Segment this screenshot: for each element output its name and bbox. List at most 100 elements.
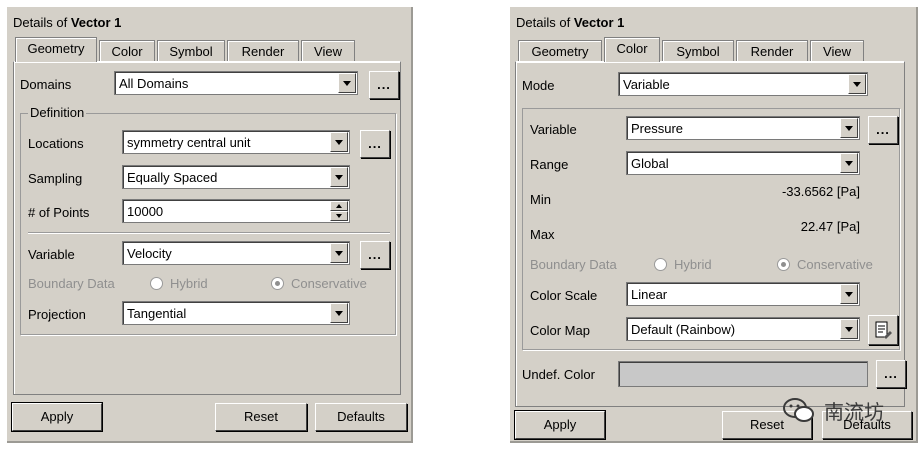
hybrid-radio[interactable] [654, 258, 667, 271]
separator [28, 232, 390, 234]
chevron-down-icon[interactable] [848, 74, 866, 94]
hybrid-label: Hybrid [674, 257, 712, 272]
sampling-select[interactable]: Equally Spaced [122, 165, 350, 189]
color-map-editor-button[interactable] [868, 315, 898, 345]
tab-color[interactable]: Color [99, 40, 155, 62]
conservative-radio[interactable] [777, 258, 790, 271]
min-label: Min [530, 192, 551, 207]
domains-label: Domains [20, 77, 72, 92]
chevron-down-icon[interactable] [330, 243, 348, 263]
domains-browse-button[interactable]: ... [369, 71, 399, 99]
sampling-label: Sampling [28, 171, 83, 186]
chevron-down-icon[interactable] [840, 319, 858, 339]
color-scale-value: Linear [631, 287, 668, 302]
button-label: ... [368, 247, 382, 262]
chevron-down-icon[interactable] [840, 153, 858, 173]
chevron-down-icon[interactable] [840, 284, 858, 304]
conservative-label: Conservative [291, 276, 367, 291]
tab-symbol[interactable]: Symbol [157, 40, 225, 62]
undef-color-button[interactable]: ... [876, 360, 906, 388]
tab-color[interactable]: Color [604, 37, 660, 62]
tab-view[interactable]: View [301, 40, 355, 62]
locations-value: symmetry central unit [127, 135, 251, 150]
variable-select[interactable]: Velocity [122, 241, 350, 265]
reset-button[interactable]: Reset [215, 403, 307, 431]
button-label: ... [876, 122, 890, 137]
range-select[interactable]: Global [626, 151, 860, 175]
wechat-logo-icon [783, 398, 814, 422]
tab-content: Mode Variable Variable Pressure ... Rang… [515, 61, 906, 407]
tab-render[interactable]: Render [227, 40, 299, 62]
panel-title: Details of Vector 1 [516, 15, 624, 30]
edit-colormap-icon [875, 321, 892, 339]
range-label: Range [530, 157, 569, 172]
chevron-down-icon[interactable] [338, 73, 356, 93]
tab-label: Symbol [169, 44, 213, 59]
tab-label: View [314, 44, 342, 59]
tab-label: Render [241, 44, 285, 59]
variable-label: Variable [530, 122, 577, 137]
variable-select[interactable]: Pressure [626, 116, 860, 140]
color-scale-select[interactable]: Linear [626, 282, 860, 306]
tab-geometry[interactable]: Geometry [15, 37, 97, 62]
chevron-down-icon[interactable] [330, 132, 348, 152]
locations-browse-button[interactable]: ... [360, 130, 390, 158]
projection-select[interactable]: Tangential [122, 301, 350, 325]
button-label: Reset [244, 409, 278, 424]
domains-value: All Domains [119, 76, 189, 91]
title-name: Vector 1 [573, 15, 625, 30]
apply-button[interactable]: Apply [514, 410, 606, 440]
domains-select[interactable]: All Domains [114, 71, 358, 95]
title-name: Vector 1 [70, 15, 122, 30]
boundary-data-label: Boundary Data [530, 257, 617, 272]
range-value: Global [631, 156, 669, 171]
tab-label: Geometry [531, 44, 589, 59]
points-label: # of Points [28, 205, 90, 220]
color-map-label: Color Map [530, 323, 590, 338]
points-value: 10000 [127, 204, 164, 219]
tab-render[interactable]: Render [736, 40, 808, 62]
title-prefix: Details of [516, 15, 574, 30]
button-label: Apply [40, 409, 74, 424]
undef-color-swatch[interactable] [618, 361, 868, 387]
sampling-value: Equally Spaced [127, 170, 218, 185]
chevron-down-icon[interactable] [330, 303, 348, 323]
defaults-button[interactable]: Defaults [315, 403, 407, 431]
variable-label: Variable [28, 247, 75, 262]
spin-down-icon[interactable] [330, 211, 348, 221]
title-prefix: Details of [13, 15, 71, 30]
left-details-panel: Details of Vector 1 Geometry Color Symbo… [7, 7, 413, 443]
variable-browse-button[interactable]: ... [360, 241, 390, 269]
projection-value: Tangential [127, 306, 187, 321]
boundary-data-label: Boundary Data [28, 276, 115, 291]
locations-select[interactable]: symmetry central unit [122, 130, 350, 154]
definition-label: Definition [28, 105, 87, 120]
watermark-text: 南流坊 [824, 400, 884, 424]
button-label: ... [377, 77, 391, 92]
color-map-value: Default (Rainbow) [631, 322, 736, 337]
hybrid-radio[interactable] [150, 277, 163, 290]
spin-up-icon[interactable] [330, 201, 348, 211]
tab-label: Symbol [676, 44, 720, 59]
min-value: -33.6562 [Pa] [781, 184, 860, 199]
variable-browse-button[interactable]: ... [868, 116, 898, 144]
apply-button[interactable]: Apply [11, 402, 103, 432]
conservative-radio[interactable] [271, 277, 284, 290]
points-spinbox[interactable]: 10000 [122, 199, 350, 223]
tab-geometry[interactable]: Geometry [518, 40, 602, 62]
tab-symbol[interactable]: Symbol [662, 40, 734, 62]
button-label: Reset [750, 417, 784, 432]
color-map-select[interactable]: Default (Rainbow) [626, 317, 860, 341]
tab-label: Render [750, 44, 794, 59]
mode-select[interactable]: Variable [618, 72, 868, 96]
variable-value: Velocity [127, 246, 172, 261]
max-value: 22.47 [Pa] [800, 219, 860, 234]
tab-label: View [823, 44, 851, 59]
spinner-icon[interactable] [330, 201, 348, 221]
locations-label: Locations [28, 136, 84, 151]
color-scale-label: Color Scale [530, 288, 598, 303]
tab-content: Domains All Domains ... Definition Locat… [13, 61, 401, 395]
chevron-down-icon[interactable] [330, 167, 348, 187]
chevron-down-icon[interactable] [840, 118, 858, 138]
tab-view[interactable]: View [810, 40, 864, 62]
